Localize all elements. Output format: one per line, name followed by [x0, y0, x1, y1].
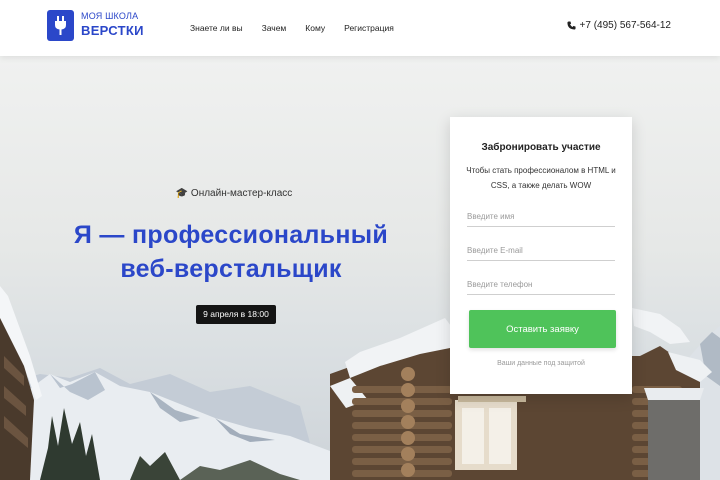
form-description: Чтобы стать профессионалом в HTML и CSS,… [466, 166, 616, 190]
logo-line1: МОЯ ШКОЛА [81, 11, 139, 21]
hero-section: 🎓 Онлайн-мастер-класс Я — профессиональн… [0, 56, 720, 480]
headline-line2: веб-верстальщик [120, 255, 342, 283]
nav-item-know[interactable]: Знаете ли вы [190, 23, 243, 33]
booking-form: Забронировать участие Чтобы стать профес… [450, 117, 632, 394]
submit-application-button[interactable]: Оставить заявку [469, 310, 616, 348]
form-title: Забронировать участие [481, 142, 601, 153]
phone-icon [566, 21, 576, 30]
phone-number: +7 (495) 567-564-12 [579, 20, 671, 31]
nav-item-who[interactable]: Кому [305, 23, 325, 33]
logo-line2: ВЕРСТКИ [81, 23, 144, 38]
name-field[interactable] [467, 207, 615, 227]
logo-text[interactable]: МОЯ ШКОЛА ВЕРСТКИ [81, 11, 144, 38]
privacy-note: Ваши данные под защитой [497, 360, 585, 367]
main-nav: Знаете ли вы Зачем Кому Регистрация [190, 23, 413, 33]
email-field[interactable] [467, 241, 615, 261]
nav-item-why[interactable]: Зачем [262, 23, 287, 33]
nav-item-register[interactable]: Регистрация [344, 23, 394, 33]
logo-badge[interactable] [47, 10, 74, 41]
plug-icon [55, 16, 66, 35]
headline-line1: Я — профессиональный [73, 221, 389, 249]
graduation-cap-icon: 🎓 [175, 188, 189, 199]
event-subtitle: 🎓 Онлайн-мастер-класс [0, 188, 468, 199]
event-type: Онлайн-мастер-класс [190, 188, 293, 199]
event-date-badge: 9 апреля в 18:00 [196, 305, 276, 324]
site-header: МОЯ ШКОЛА ВЕРСТКИ Знаете ли вы Зачем Ком… [0, 0, 720, 56]
phone-link[interactable]: +7 (495) 567-564-12 [566, 20, 671, 31]
phone-field[interactable] [467, 275, 615, 295]
hero-headline: Я — профессиональный веб-верстальщик [0, 218, 462, 286]
